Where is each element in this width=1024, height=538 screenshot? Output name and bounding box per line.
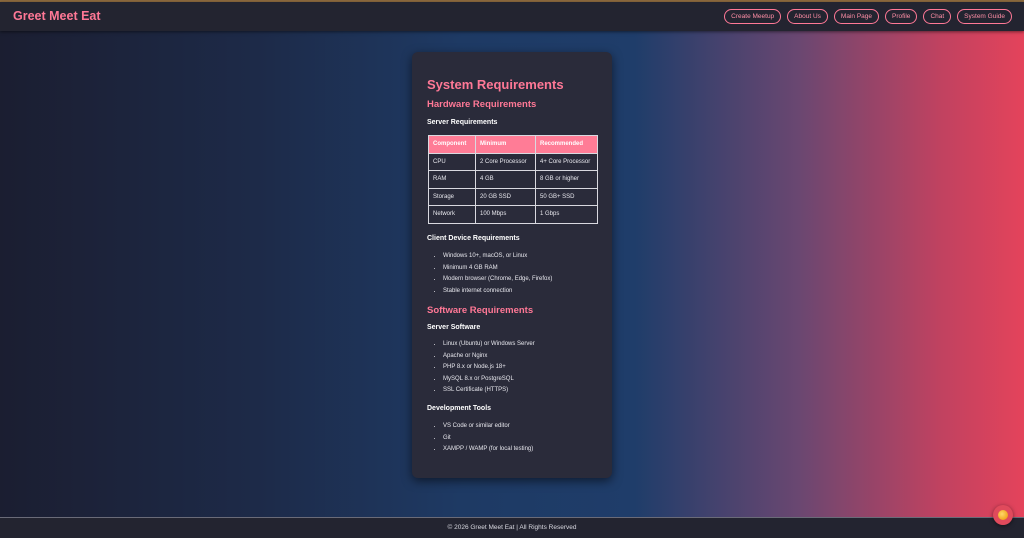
development-tools-heading: Development Tools [427, 405, 492, 412]
server-software-heading: Server Software [427, 324, 481, 331]
table-cell: 20 GB SSD [475, 187, 536, 206]
table-cell: 1 Gbps [535, 205, 598, 224]
table-cell: 8 GB or higher [535, 170, 598, 189]
client-requirements-list: Windows 10+, macOS, or Linux Minimum 4 G… [427, 251, 552, 297]
table-header-cell: Minimum [475, 135, 536, 154]
list-item: SSL Certificate (HTTPS) [443, 385, 535, 397]
hardware-heading: Hardware Requirements [427, 99, 537, 110]
table-row: Network 100 Mbps 1 Gbps [428, 205, 598, 224]
table-cell: 100 Mbps [475, 205, 536, 224]
nav-profile-button[interactable]: Profile [885, 9, 918, 24]
software-heading: Software Requirements [427, 305, 534, 316]
table-row: RAM 4 GB 8 GB or higher [428, 170, 598, 189]
list-item: XAMPP / WAMP (for local testing) [443, 444, 533, 456]
nav-create-meetup-button[interactable]: Create Meetup [724, 9, 782, 24]
table-row: Storage 20 GB SSD 50 GB+ SSD [428, 187, 598, 206]
table-cell: Network [428, 205, 476, 224]
list-item: MySQL 8.x or PostgreSQL [443, 374, 535, 386]
table-row: CPU 2 Core Processor 4+ Core Processor [428, 152, 598, 171]
list-item: Minimum 4 GB RAM [443, 263, 552, 275]
nav-system-guide-button[interactable]: System Guide [957, 9, 1012, 24]
table-cell: CPU [428, 152, 476, 171]
table-cell: Storage [428, 187, 476, 206]
table-cell: 4+ Core Processor [535, 152, 598, 171]
nav-about-us-button[interactable]: About Us [787, 9, 828, 24]
table-header-cell: Recommended [535, 135, 598, 154]
nav-main-page-button[interactable]: Main Page [833, 9, 879, 24]
table-cell: 50 GB+ SSD [535, 187, 598, 206]
list-item: Stable internet connection [443, 286, 552, 298]
list-item: Modern browser (Chrome, Edge, Firefox) [443, 274, 552, 286]
server-requirements-table: Component Minimum Recommended CPU 2 Core… [428, 135, 598, 224]
server-software-list: Linux (Ubuntu) or Windows Server Apache … [427, 339, 535, 397]
server-requirements-heading: Server Requirements [427, 119, 498, 126]
table-cell: 4 GB [475, 170, 536, 189]
list-item: Apache or Nginx [443, 351, 535, 363]
chat-bubble-button[interactable] [993, 505, 1013, 525]
main-nav: Create Meetup About Us Main Page Profile… [724, 9, 1012, 24]
list-item: PHP 8.x or Node.js 18+ [443, 362, 535, 374]
client-requirements-heading: Client Device Requirements [427, 235, 520, 242]
list-item: VS Code or similar editor [443, 421, 533, 433]
page-title: System Requirements [427, 77, 564, 92]
chat-bubble-icon [998, 510, 1008, 520]
table-header-row: Component Minimum Recommended [428, 135, 598, 154]
table-cell: 2 Core Processor [475, 152, 536, 171]
table-cell: RAM [428, 170, 476, 189]
table-header-cell: Component [428, 135, 476, 154]
brand-logo[interactable]: Greet Meet Eat [13, 9, 101, 23]
page-footer: © 2026 Greet Meet Eat | All Rights Reser… [0, 517, 1024, 538]
list-item: Linux (Ubuntu) or Windows Server [443, 339, 535, 351]
footer-copyright: © 2026 Greet Meet Eat | All Rights Reser… [447, 524, 577, 531]
top-navbar: Greet Meet Eat Create Meetup About Us Ma… [0, 2, 1024, 31]
list-item: Windows 10+, macOS, or Linux [443, 251, 552, 263]
requirements-card: System Requirements Hardware Requirement… [412, 52, 612, 478]
list-item: Git [443, 433, 533, 445]
nav-chat-button[interactable]: Chat [923, 9, 952, 24]
development-tools-list: VS Code or similar editor Git XAMPP / WA… [427, 421, 533, 456]
